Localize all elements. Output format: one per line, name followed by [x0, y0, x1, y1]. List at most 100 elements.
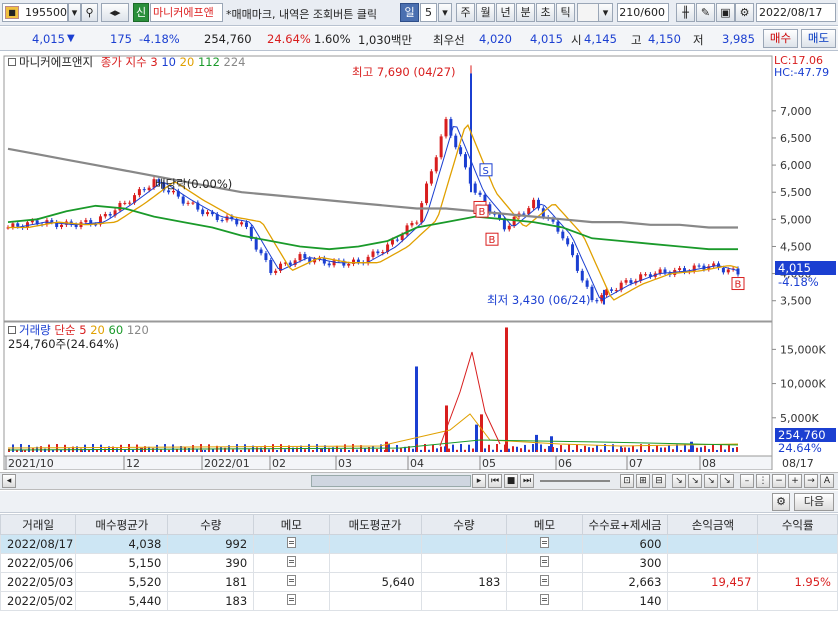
cell-sell-memo[interactable] — [506, 591, 583, 611]
candle-body — [425, 183, 429, 204]
period-minute-button[interactable]: 분 — [516, 3, 535, 22]
first-page-button[interactable]: ⏮ — [488, 474, 502, 488]
search-button[interactable]: ⚲ — [81, 3, 98, 22]
scroll-left-button[interactable]: ◂ — [2, 474, 16, 488]
stop-button[interactable]: ■ — [504, 474, 518, 488]
vertical-icon[interactable]: ⋮ — [756, 474, 770, 488]
memo-icon[interactable] — [286, 575, 296, 586]
volume-bar-small — [560, 445, 562, 452]
tool-button-2[interactable]: ⊞ — [636, 474, 650, 488]
chart-canvas[interactable]: 7,0006,5006,0005,5005,0004,5004,0003,500… — [0, 52, 838, 470]
period-day-button[interactable]: 일 — [400, 3, 419, 22]
settings-button[interactable]: ⚙ — [735, 3, 754, 22]
memo-icon[interactable] — [286, 594, 296, 605]
date-field[interactable]: 2022/08/17 — [756, 3, 836, 22]
col-return[interactable]: 수익률 — [757, 514, 838, 535]
buy-button[interactable]: 매수 — [763, 29, 798, 48]
candle-body — [697, 265, 701, 267]
col-sell-memo[interactable]: 메모 — [506, 514, 583, 535]
period-tick-button[interactable]: 틱 — [556, 3, 575, 22]
candle-body — [16, 223, 20, 227]
stock-code-input[interactable]: ■ 195500 — [2, 3, 68, 22]
plus-zoom-icon[interactable]: + — [788, 474, 802, 488]
volume-bar-small — [644, 449, 646, 452]
tool-button-3[interactable]: ⊟ — [652, 474, 666, 488]
cell-sell-memo[interactable] — [506, 572, 583, 592]
candle-body — [532, 199, 536, 209]
cell-buy-memo[interactable] — [253, 553, 330, 573]
table-row[interactable]: 2022/05/02 5,440 183 140 — [0, 591, 838, 611]
scroll-thumb[interactable] — [311, 475, 471, 487]
chart-area[interactable]: 7,0006,5006,0005,5005,0004,5004,0003,500… — [0, 52, 838, 470]
volume-current: 254,760주(24.64%) — [8, 337, 119, 351]
candle-body — [60, 224, 64, 227]
cell-pnl: 19,457 — [667, 572, 759, 592]
col-trade-date[interactable]: 거래일 — [0, 514, 77, 535]
period-spin-button[interactable]: ▾ — [438, 3, 452, 22]
code-dropdown-button[interactable]: ▾ — [68, 3, 81, 22]
candle-body — [595, 300, 599, 302]
col-fee[interactable]: 수수료+제세금 — [581, 514, 669, 535]
col-buy-memo[interactable]: 메모 — [253, 514, 330, 535]
minus-icon[interactable]: – — [740, 474, 754, 488]
chart-type-button[interactable]: ╫ — [676, 3, 695, 22]
memo-icon[interactable] — [540, 575, 549, 586]
memo-icon[interactable] — [540, 556, 549, 567]
volume-bar-small — [120, 444, 122, 452]
volume-bar-small — [240, 449, 242, 452]
legend-toggle-icon[interactable] — [8, 326, 16, 334]
table-row[interactable]: 2022/05/06 5,150 390 300 — [0, 553, 838, 573]
memo-icon[interactable] — [286, 556, 296, 567]
period-year-button[interactable]: 년 — [496, 3, 515, 22]
memo-icon[interactable] — [540, 537, 549, 548]
prev-next-button[interactable]: ◂▸ — [101, 3, 129, 22]
legend-toggle-icon[interactable] — [8, 58, 16, 66]
cell-buy-qty: 390 — [167, 553, 255, 573]
cell-buy-memo[interactable] — [253, 572, 330, 592]
memo-icon[interactable] — [286, 537, 296, 548]
tick-dropdown-button[interactable]: ▾ — [598, 3, 613, 22]
tool-button-4[interactable]: ↘ — [672, 474, 686, 488]
cell-sell-memo[interactable] — [506, 553, 583, 573]
col-sell-avg[interactable]: 매도평균가 — [328, 514, 422, 535]
volume-bar-small — [268, 449, 270, 452]
tool-button-7[interactable]: ↘ — [720, 474, 734, 488]
memo-icon[interactable] — [540, 594, 549, 605]
chart-scrollbar[interactable]: ◂ ▸ ⏮ ■ ⏭ ⊡ ⊞ ⊟ ↘ ↘ ↘ ↘ – ⋮ − + → A — [0, 472, 838, 490]
volume-bar — [480, 414, 483, 452]
volume-bar-small — [484, 448, 486, 452]
sell-button[interactable]: 매도 — [801, 29, 836, 48]
cell-sell-memo[interactable] — [506, 534, 583, 554]
period-week-button[interactable]: 주 — [456, 3, 475, 22]
draw-tool-button[interactable]: ✎ — [696, 3, 715, 22]
volume-bar-small — [420, 449, 422, 452]
volume-legend-title: 거래량 — [19, 323, 51, 337]
tool-button-6[interactable]: ↘ — [704, 474, 718, 488]
candle-body — [459, 147, 463, 155]
period-month-button[interactable]: 월 — [476, 3, 495, 22]
table-row[interactable]: 2022/08/17 4,038 992 600 — [0, 534, 838, 554]
cell-buy-memo[interactable] — [253, 591, 330, 611]
next-page-button[interactable]: 다음 — [794, 493, 834, 511]
scroll-right-button[interactable]: ▸ — [472, 474, 486, 488]
table-row[interactable]: 2022/05/03 5,520 181 5,640 183 2,663 19,… — [0, 572, 838, 592]
arrow-right-icon[interactable]: → — [804, 474, 818, 488]
col-buy-avg[interactable]: 매수평균가 — [75, 514, 169, 535]
col-sell-qty[interactable]: 수량 — [420, 514, 508, 535]
minus-zoom-icon[interactable]: − — [772, 474, 786, 488]
volume-bar-small — [660, 447, 662, 452]
zoom-slider[interactable] — [540, 480, 610, 482]
col-buy-qty[interactable]: 수량 — [167, 514, 255, 535]
tool-button-1[interactable]: ⊡ — [620, 474, 634, 488]
candle-body — [429, 171, 433, 184]
tool-button-5[interactable]: ↘ — [688, 474, 702, 488]
col-pnl[interactable]: 손익금액 — [667, 514, 759, 535]
data-count-field[interactable]: 210/600 — [617, 3, 669, 22]
period-number-field[interactable]: 5 — [420, 3, 437, 22]
table-settings-button[interactable]: ⚙ — [772, 493, 790, 511]
font-size-icon[interactable]: A — [820, 474, 834, 488]
cell-buy-memo[interactable] — [253, 534, 330, 554]
last-page-button[interactable]: ⏭ — [520, 474, 534, 488]
period-second-button[interactable]: 초 — [536, 3, 555, 22]
save-button[interactable]: ▣ — [716, 3, 735, 22]
